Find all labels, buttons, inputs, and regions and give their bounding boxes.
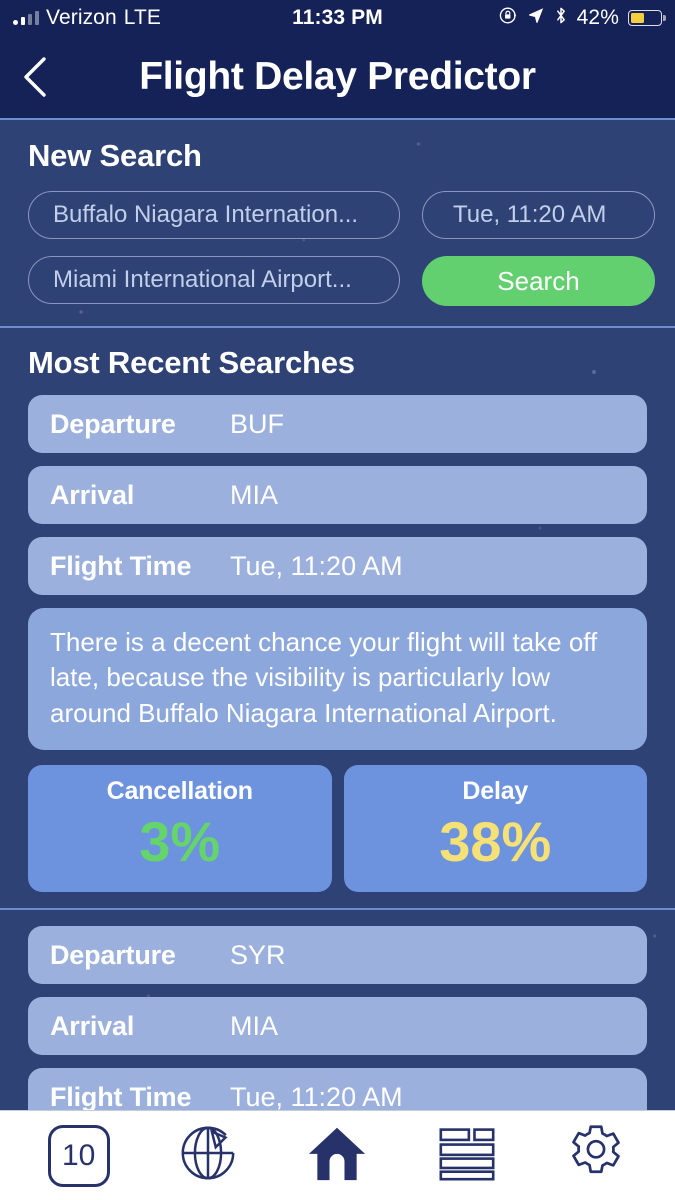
- departure-input[interactable]: Buffalo Niagara Internation...: [28, 191, 400, 239]
- stat-cards: Cancellation 3% Delay 38%: [28, 765, 647, 900]
- row-value: SYR: [230, 939, 286, 970]
- row-label: Departure: [50, 939, 176, 970]
- cancellation-stat-card[interactable]: Cancellation 3%: [28, 765, 332, 893]
- phone-screen: Verizon LTE 11:33 PM 42% Flight Delay Pr…: [0, 0, 675, 1200]
- battery-icon: [628, 10, 662, 26]
- location-arrow-icon: [527, 6, 545, 30]
- carrier-label: Verizon: [46, 6, 117, 29]
- new-search-row-2: Miami International Airport... Search: [28, 256, 655, 306]
- table-row[interactable]: Arrival MIA: [28, 997, 647, 1056]
- browser-toolbar: 10: [0, 1110, 675, 1200]
- stat-title: Cancellation: [106, 777, 253, 806]
- status-bar-left: Verizon LTE: [13, 6, 161, 30]
- signal-bars-icon: [13, 11, 39, 25]
- arrival-input[interactable]: Miami International Airport...: [28, 256, 400, 304]
- row-label: Flight Time: [50, 550, 192, 581]
- stat-value: 3%: [139, 810, 221, 874]
- row-value: BUF: [230, 408, 284, 439]
- recent-searches-scroll[interactable]: Most Recent Searches Departure BUF Arriv…: [0, 328, 675, 1183]
- rotation-lock-icon: [499, 6, 518, 31]
- prediction-note: There is a decent chance your flight wil…: [28, 608, 647, 751]
- globe-button[interactable]: [164, 1121, 252, 1191]
- table-row[interactable]: Departure SYR: [28, 926, 647, 985]
- table-row[interactable]: Arrival MIA: [28, 466, 647, 524]
- back-button[interactable]: [18, 57, 52, 97]
- row-label: Arrival: [50, 479, 135, 510]
- status-bar-right: 42%: [499, 6, 662, 31]
- home-icon: [307, 1124, 367, 1187]
- row-label: Arrival: [50, 1010, 135, 1041]
- gear-icon: [566, 1123, 626, 1188]
- table-row[interactable]: Departure BUF: [28, 395, 647, 453]
- network-label: LTE: [123, 6, 162, 29]
- recent-search-entry[interactable]: Departure SYR Arrival MIA Flight Time Tu…: [0, 910, 675, 1127]
- row-label: Departure: [50, 408, 176, 439]
- new-search-row-1: Buffalo Niagara Internation... Tue, 11:2…: [28, 191, 655, 239]
- tab-count-button[interactable]: 10: [35, 1121, 123, 1191]
- tab-count-icon: 10: [47, 1124, 110, 1187]
- row-value: Tue, 11:20 AM: [230, 550, 403, 581]
- layout-icon: [438, 1124, 496, 1187]
- row-value: MIA: [230, 1010, 279, 1041]
- table-row[interactable]: Flight Time Tue, 11:20 AM: [28, 537, 647, 595]
- new-search-title: New Search: [28, 138, 202, 173]
- recent-searches-title: Most Recent Searches: [28, 345, 355, 380]
- row-value: Tue, 11:20 AM: [230, 1081, 403, 1112]
- row-label: Flight Time: [50, 1081, 192, 1112]
- bluetooth-icon: [554, 6, 568, 31]
- delay-stat-card[interactable]: Delay 38%: [343, 765, 647, 893]
- status-bar: Verizon LTE 11:33 PM 42%: [0, 0, 675, 36]
- recent-searches-section: Most Recent Searches Departure BUF Arriv…: [0, 328, 675, 908]
- recent-search-entry[interactable]: Departure BUF Arrival MIA Flight Time Tu…: [28, 395, 647, 900]
- layout-button[interactable]: [423, 1121, 511, 1191]
- stat-title: Delay: [462, 777, 529, 806]
- page-title: Flight Delay Predictor: [139, 55, 536, 98]
- flight-datetime-input[interactable]: Tue, 11:20 AM: [422, 191, 655, 239]
- stat-value: 38%: [439, 810, 552, 874]
- battery-percent-label: 42%: [576, 6, 619, 29]
- settings-button[interactable]: [552, 1121, 640, 1191]
- nav-bar: Flight Delay Predictor: [0, 36, 675, 120]
- chevron-left-icon: [20, 56, 50, 98]
- home-button[interactable]: [293, 1121, 381, 1191]
- search-button[interactable]: Search: [422, 256, 655, 306]
- row-value: MIA: [230, 479, 279, 510]
- globe-icon: [177, 1122, 239, 1189]
- new-search-section: New Search Buffalo Niagara Internation..…: [0, 120, 675, 326]
